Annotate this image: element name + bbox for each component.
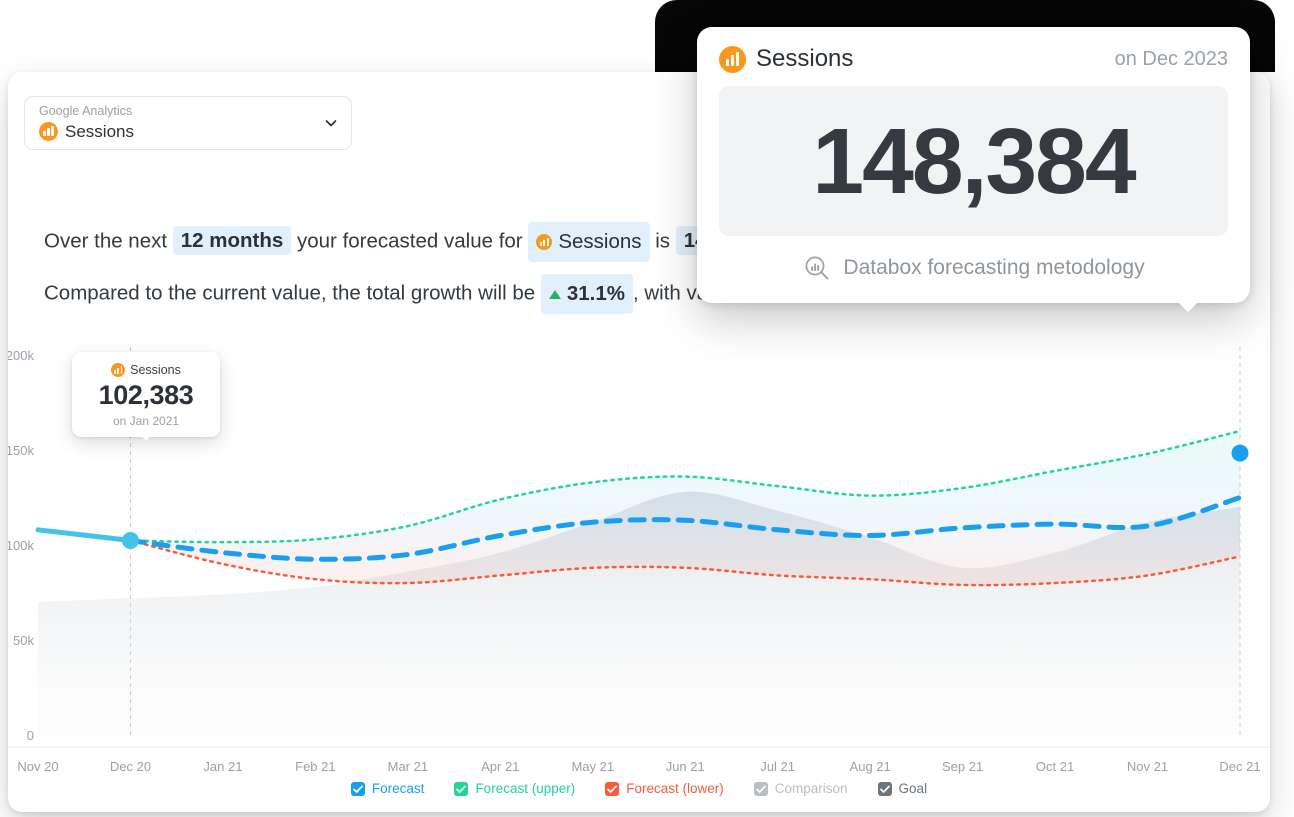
x-axis-tick-label: Aug 21 (850, 759, 891, 774)
google-analytics-icon (111, 363, 125, 377)
x-axis-tick-label: May 21 (571, 759, 614, 774)
google-analytics-icon (719, 46, 746, 73)
summary-line1-mid: your forecasted value for (291, 229, 528, 252)
metric-selector[interactable]: Google Analytics Sessions (24, 96, 352, 150)
legend-item-comparison[interactable]: Comparison (754, 781, 848, 796)
y-axis-tick-label: 50k (13, 633, 34, 648)
chart-point-tooltip: Sessions 102,383 on Jan 2021 (72, 352, 220, 437)
x-axis-tick-label: Nov 20 (17, 759, 58, 774)
legend-label: Forecast (372, 781, 425, 796)
y-axis-tick-label: 0 (27, 728, 34, 743)
legend-item-forecast[interactable]: Forecast (351, 781, 425, 796)
checkbox-icon[interactable] (351, 782, 365, 796)
y-axis-tick-label: 150k (8, 443, 34, 458)
checkbox-icon[interactable] (754, 782, 768, 796)
x-axis-tick-label: Mar 21 (388, 759, 428, 774)
point-tooltip-metric: Sessions (130, 363, 181, 377)
point-tooltip-date: on Jan 2021 (82, 414, 210, 428)
point-tooltip-value: 102,383 (82, 380, 210, 411)
x-axis-tick-label: Dec 21 (1219, 759, 1260, 774)
legend-item-forecast-lower[interactable]: Forecast (lower) (605, 781, 724, 796)
legend-label: Goal (899, 781, 928, 796)
forecasting-methodology-label: Databox forecasting metodology (843, 256, 1144, 280)
metric-name-label: Sessions (65, 123, 134, 140)
checkbox-icon[interactable] (878, 782, 892, 796)
x-axis-tick-label: Jan 21 (203, 759, 242, 774)
chevron-down-icon[interactable] (323, 115, 339, 131)
x-axis-tick-label: Jun 21 (666, 759, 705, 774)
actual-line (38, 530, 130, 541)
data-point-marker[interactable] (1232, 445, 1249, 462)
metric-selector-value-row: Sessions (39, 122, 323, 141)
forecast-tooltip-date: on Dec 2023 (1115, 48, 1228, 71)
confidence-band (130, 431, 1240, 585)
tooltip-arrow (1173, 302, 1203, 317)
forecast-tooltip-title: Sessions (719, 45, 1115, 73)
point-tooltip-header: Sessions (82, 363, 210, 377)
forecasting-methodology-link[interactable]: Databox forecasting metodology (719, 253, 1228, 283)
chart-legend: Forecast Forecast (upper) Forecast (lower)… (8, 781, 1270, 796)
x-axis-tick-label: Dec 20 (110, 759, 151, 774)
forecast-tooltip-value-box: 148,384 (719, 86, 1228, 236)
y-axis-tick-label: 200k (8, 348, 34, 363)
metric-highlight-label: Sessions (558, 225, 641, 259)
growth-badge: 31.1% (541, 274, 633, 314)
legend-label: Forecast (upper) (475, 781, 575, 796)
forecast-tooltip-header: Sessions on Dec 2023 (719, 45, 1228, 73)
x-axis-tick-label: Sep 21 (942, 759, 983, 774)
google-analytics-icon (536, 234, 552, 250)
data-point-marker[interactable] (122, 532, 139, 549)
checkbox-icon[interactable] (605, 782, 619, 796)
triangle-up-icon (549, 290, 561, 299)
x-axis-tick-label: Feb 21 (295, 759, 335, 774)
x-axis-tick-label: Jul 21 (760, 759, 795, 774)
metric-highlight: Sessions (528, 222, 649, 262)
x-axis-tick-label: Apr 21 (481, 759, 519, 774)
checkbox-icon[interactable] (454, 782, 468, 796)
forecast-tooltip-metric: Sessions (756, 45, 853, 73)
summary-line2-pre: Compared to the current value, the total… (44, 281, 541, 304)
screenshot-root: { "metric_selector": { "source": "Google… (0, 0, 1294, 817)
x-axis-tick-label: Nov 21 (1127, 759, 1168, 774)
y-axis-tick-label: 100k (8, 538, 34, 553)
x-axis-tick-label: Oct 21 (1036, 759, 1074, 774)
legend-label: Forecast (lower) (626, 781, 724, 796)
metric-source-label: Google Analytics (39, 105, 323, 118)
tooltip-arrow (138, 436, 154, 445)
google-analytics-icon (39, 122, 58, 141)
forecast-tooltip-value: 148,384 (812, 108, 1134, 215)
forecast-value-tooltip: Sessions on Dec 2023 148,384 Databox for… (697, 27, 1250, 303)
legend-item-forecast-upper[interactable]: Forecast (upper) (454, 781, 575, 796)
period-highlight: 12 months (173, 226, 292, 255)
summary-line1-is: is (650, 229, 676, 252)
growth-value-label: 31.1% (567, 277, 625, 311)
summary-line1-pre: Over the next (44, 229, 173, 252)
legend-item-goal[interactable]: Goal (878, 781, 928, 796)
legend-label: Comparison (775, 781, 848, 796)
metric-selector-texts: Google Analytics Sessions (39, 105, 323, 141)
chart-search-icon (802, 253, 832, 283)
